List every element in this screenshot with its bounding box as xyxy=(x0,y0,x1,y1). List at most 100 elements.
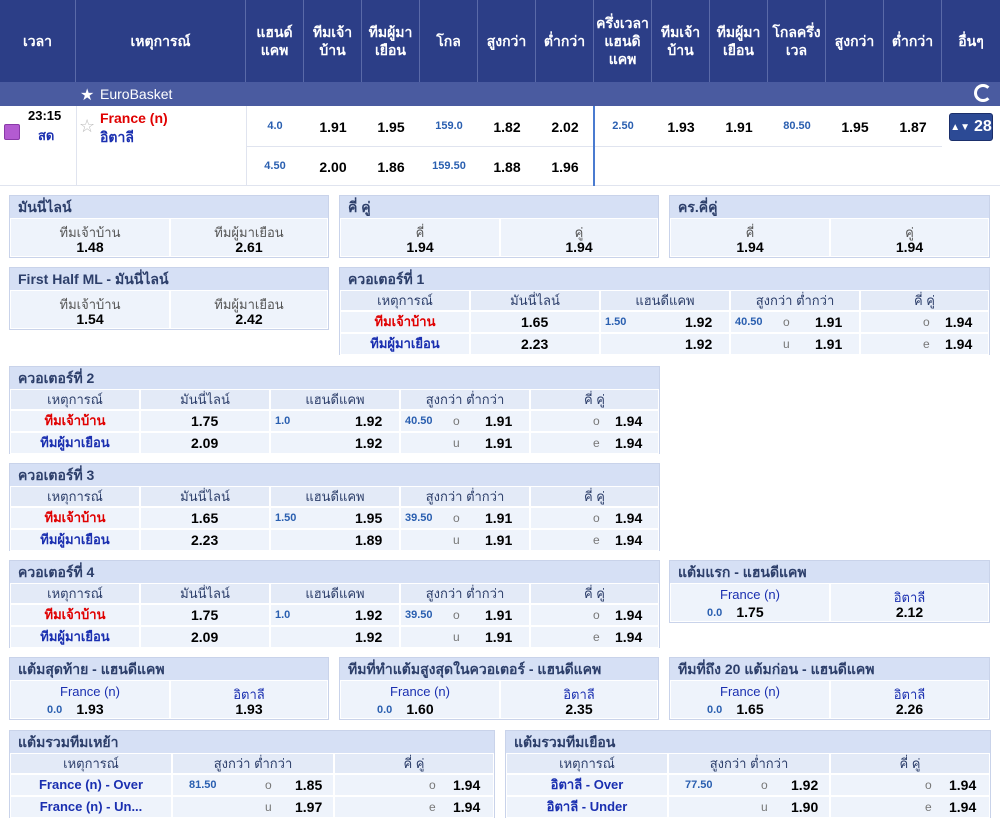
hq-away-odds[interactable]: 2.35 xyxy=(501,701,657,717)
stats-icon[interactable] xyxy=(4,124,20,140)
col-ht-away[interactable]: ทีมผู้มาเยือน xyxy=(710,0,768,82)
handicap-cell[interactable]: 1.50 1.95 xyxy=(270,507,400,529)
fhml-away-cell[interactable]: ทีมผู้มาเยือน 2.42 xyxy=(170,290,328,329)
handicap-odds[interactable]: 1.89 xyxy=(355,532,382,548)
odd-even-cell[interactable]: e 1.94 xyxy=(530,432,659,454)
away-odds-2[interactable]: 1.86 xyxy=(362,159,420,175)
total-ou-cell[interactable]: u 1.97 xyxy=(172,796,334,818)
moneyline-odds[interactable]: 2.09 xyxy=(191,629,218,645)
ou-odds[interactable]: 1.91 xyxy=(485,413,512,429)
over-under-cell[interactable]: 40.50 o 1.91 xyxy=(730,311,860,333)
handicap-cell[interactable]: 1.92 xyxy=(270,626,400,648)
ou-odds[interactable]: 1.91 xyxy=(485,629,512,645)
moneyline-odds[interactable]: 1.65 xyxy=(191,510,218,526)
moneyline-odds[interactable]: 1.75 xyxy=(191,413,218,429)
handicap-cell[interactable]: 1.92 xyxy=(600,333,730,355)
moneyline-odds[interactable]: 2.23 xyxy=(521,336,548,352)
ou-odds[interactable]: 1.91 xyxy=(485,532,512,548)
total-ou-cell[interactable]: u 1.90 xyxy=(668,796,830,818)
even-cell[interactable]: คู่ 1.94 xyxy=(500,218,658,257)
ou-odds[interactable]: 1.91 xyxy=(815,336,842,352)
handicap-cell[interactable]: 1.92 xyxy=(270,432,400,454)
ml-away-odds[interactable]: 2.61 xyxy=(171,239,327,255)
handicap-odds[interactable]: 1.92 xyxy=(685,336,712,352)
odd-even-cell[interactable]: e 1.94 xyxy=(530,626,659,648)
fp-home-cell[interactable]: France (n) 0.0 1.75 xyxy=(670,583,830,622)
ht-home-odds[interactable]: 1.93 xyxy=(652,119,710,135)
ht-over-odds[interactable]: 1.95 xyxy=(826,119,884,135)
handicap-cell[interactable]: 1.50 1.92 xyxy=(600,311,730,333)
home-team[interactable]: France (n) xyxy=(100,110,168,126)
over-under-cell[interactable]: 39.50 o 1.91 xyxy=(400,604,530,626)
col-ht-under[interactable]: ต่ำกว่า xyxy=(884,0,942,82)
odd-even-cell[interactable]: o 1.94 xyxy=(860,311,989,333)
over-under-cell[interactable]: u 1.91 xyxy=(400,626,530,648)
over-under-cell[interactable]: 39.50 o 1.91 xyxy=(400,507,530,529)
moneyline-cell[interactable]: 2.23 xyxy=(140,529,270,551)
moneyline-odds[interactable]: 2.23 xyxy=(191,532,218,548)
handicap-odds[interactable]: 1.92 xyxy=(355,629,382,645)
ht-under-odds[interactable]: 1.87 xyxy=(884,119,942,135)
f20-home-odds[interactable]: 1.65 xyxy=(671,701,829,717)
f20-away-odds[interactable]: 2.26 xyxy=(831,701,988,717)
odd-even-cell[interactable]: o 1.94 xyxy=(530,410,659,432)
oe-odds[interactable]: 1.94 xyxy=(615,532,642,548)
oe-odds[interactable]: 1.94 xyxy=(615,510,642,526)
under-odds[interactable]: 2.02 xyxy=(536,119,594,135)
fp-away-cell[interactable]: อิตาลี 2.12 xyxy=(830,583,989,622)
odd-even-cell[interactable]: o 1.94 xyxy=(530,507,659,529)
total-oe-cell[interactable]: o 1.94 xyxy=(334,774,494,796)
col-ht-home[interactable]: ทีมเจ้าบ้าน xyxy=(652,0,710,82)
over-under-cell[interactable]: 40.50 o 1.91 xyxy=(400,410,530,432)
moneyline-cell[interactable]: 1.65 xyxy=(470,311,600,333)
oe-odds[interactable]: 1.94 xyxy=(453,799,480,815)
moneyline-cell[interactable]: 2.23 xyxy=(470,333,600,355)
handicap-odds[interactable]: 1.92 xyxy=(355,413,382,429)
col-ht-over[interactable]: สูงกว่า xyxy=(826,0,884,82)
ml-home-cell[interactable]: ทีมเจ้าบ้าน 1.48 xyxy=(10,218,170,257)
away-odds[interactable]: 1.95 xyxy=(362,119,420,135)
ou-odds[interactable]: 1.91 xyxy=(485,607,512,623)
ht-even-odds[interactable]: 1.94 xyxy=(831,239,988,255)
ou-odds[interactable]: 1.97 xyxy=(295,799,322,815)
lp-home-cell[interactable]: France (n) 0.0 1.93 xyxy=(10,680,170,719)
lp-away-cell[interactable]: อิตาลี 1.93 xyxy=(170,680,328,719)
handicap-cell[interactable]: 1.0 1.92 xyxy=(270,604,400,626)
star-icon[interactable]: ★ xyxy=(80,85,94,105)
under-odds-2[interactable]: 1.96 xyxy=(536,159,594,175)
fhml-away-odds[interactable]: 2.42 xyxy=(171,311,327,327)
fhml-home-odds[interactable]: 1.54 xyxy=(11,311,169,327)
col-under[interactable]: ต่ำกว่า xyxy=(536,0,594,82)
ou-odds[interactable]: 1.91 xyxy=(815,314,842,330)
f20-home-cell[interactable]: France (n) 0.0 1.65 xyxy=(670,680,830,719)
handicap-odds[interactable]: 1.95 xyxy=(355,510,382,526)
ou-odds[interactable]: 1.91 xyxy=(485,435,512,451)
oe-odds[interactable]: 1.94 xyxy=(453,777,480,793)
over-under-cell[interactable]: u 1.91 xyxy=(400,529,530,551)
odd-even-cell[interactable]: o 1.94 xyxy=(530,604,659,626)
handicap-cell[interactable]: 1.89 xyxy=(270,529,400,551)
total-oe-cell[interactable]: e 1.94 xyxy=(830,796,990,818)
home-odds[interactable]: 1.91 xyxy=(304,119,362,135)
col-home[interactable]: ทีมเจ้าบ้าน xyxy=(304,0,362,82)
col-event[interactable]: เหตุการณ์ xyxy=(76,0,246,82)
total-ou-cell[interactable]: 77.50 o 1.92 xyxy=(668,774,830,796)
handicap-odds[interactable]: 1.92 xyxy=(685,314,712,330)
hq-home-odds[interactable]: 1.60 xyxy=(341,701,499,717)
favorite-star-icon[interactable]: ☆ xyxy=(79,116,95,137)
moneyline-cell[interactable]: 1.65 xyxy=(140,507,270,529)
over-odds-2[interactable]: 1.88 xyxy=(478,159,536,175)
moneyline-cell[interactable]: 2.09 xyxy=(140,432,270,454)
moneyline-cell[interactable]: 2.09 xyxy=(140,626,270,648)
total-oe-cell[interactable]: e 1.94 xyxy=(334,796,494,818)
ml-home-odds[interactable]: 1.48 xyxy=(11,239,169,255)
odd-cell[interactable]: คี่ 1.94 xyxy=(340,218,500,257)
ht-odd-cell[interactable]: คี่ 1.94 xyxy=(670,218,830,257)
fp-home-odds[interactable]: 1.75 xyxy=(671,604,829,620)
total-ou-cell[interactable]: 81.50 o 1.85 xyxy=(172,774,334,796)
handicap-odds[interactable]: 1.92 xyxy=(355,607,382,623)
moneyline-cell[interactable]: 1.75 xyxy=(140,604,270,626)
hq-home-cell[interactable]: France (n) 0.0 1.60 xyxy=(340,680,500,719)
col-ht-goal[interactable]: โกลครึ่งเวล xyxy=(768,0,826,82)
ht-even-cell[interactable]: คู่ 1.94 xyxy=(830,218,989,257)
